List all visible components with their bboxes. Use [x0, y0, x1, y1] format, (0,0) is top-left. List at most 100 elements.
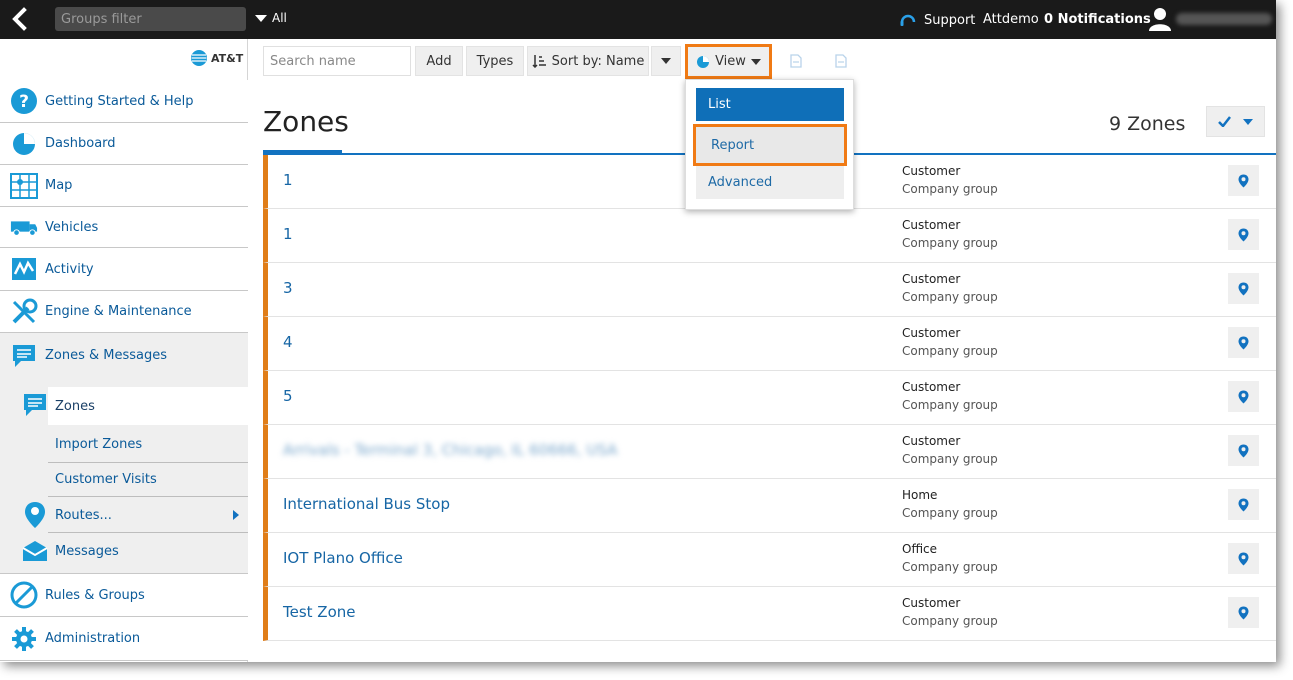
pie-chart-icon	[697, 55, 710, 68]
sidebar-item-label: Activity	[45, 261, 94, 277]
sidebar-item-rules-groups[interactable]: Rules & Groups	[0, 573, 248, 617]
map-pin-icon[interactable]	[1228, 327, 1259, 358]
zone-type: Customer	[902, 380, 961, 394]
list-item[interactable]: International Bus Stop Home Company grou…	[263, 479, 1276, 533]
notifications-link[interactable]: 0 Notifications	[1044, 12, 1151, 27]
zone-name[interactable]: Test Zone	[283, 603, 356, 621]
brand-logo: AT&T	[190, 49, 243, 67]
sidebar-item-label: Administration	[45, 631, 141, 646]
document-icon[interactable]	[823, 46, 859, 76]
list-item[interactable]: 3 Customer Company group	[263, 263, 1276, 317]
types-button[interactable]: Types	[466, 46, 524, 76]
zone-name[interactable]: 3	[283, 279, 293, 297]
sidebar-item-activity[interactable]: Activity	[0, 248, 248, 291]
zone-name[interactable]: International Bus Stop	[283, 495, 450, 513]
sort-by-button[interactable]: Sort by: Name	[527, 46, 649, 76]
list-item[interactable]: 5 Customer Company group	[263, 371, 1276, 425]
zone-type: Customer	[902, 218, 961, 232]
zones-icon	[22, 392, 48, 422]
submenu-item-label: Import Zones	[55, 436, 143, 452]
user-icon[interactable]	[1148, 7, 1172, 35]
help-icon: ?	[10, 87, 38, 115]
page-title: Zones	[263, 105, 349, 138]
sidebar-item-vehicles[interactable]: Vehicles	[0, 207, 248, 248]
sidebar-item-getting-started[interactable]: ? Getting Started & Help	[0, 80, 248, 123]
map-pin-icon[interactable]	[1228, 381, 1259, 412]
map-pin-icon[interactable]	[1228, 489, 1259, 520]
activity-icon	[10, 255, 38, 283]
list-item[interactable]: 1 Customer Company group	[263, 209, 1276, 263]
sidebar-item-label: Vehicles	[45, 219, 99, 235]
zone-group: Company group	[902, 344, 998, 358]
submenu-item-messages[interactable]: Messages	[0, 534, 248, 568]
submenu-item-label: Zones	[55, 398, 95, 414]
sidebar-item-label: Zones & Messages	[45, 348, 168, 363]
groups-filter-input[interactable]	[55, 7, 246, 31]
sidebar-item-label: Dashboard	[45, 136, 116, 151]
all-label: All	[272, 11, 287, 25]
zone-name[interactable]: IOT Plano Office	[283, 549, 403, 567]
list-item[interactable]: Test Zone Customer Company group	[263, 587, 1276, 641]
support-link[interactable]: Support	[898, 10, 975, 30]
zone-name[interactable]: 4	[283, 333, 293, 351]
menu-item-list[interactable]: List	[696, 88, 844, 121]
menu-item-advanced[interactable]: Advanced	[696, 166, 844, 199]
submenu-item-label: Messages	[55, 543, 119, 559]
sidebar-item-zones-messages[interactable]: Zones & Messages	[0, 333, 248, 378]
select-all-button[interactable]	[1206, 106, 1265, 137]
sidebar-item-dashboard[interactable]: Dashboard	[0, 123, 248, 165]
list-item[interactable]: IOT Plano Office Office Company group	[263, 533, 1276, 587]
checkmark-icon	[1218, 116, 1232, 127]
sidebar-item-label: Getting Started & Help	[45, 93, 194, 109]
zone-group: Company group	[902, 236, 998, 250]
zone-group: Company group	[902, 614, 998, 628]
zone-group: Company group	[902, 506, 998, 520]
sort-direction-dropdown[interactable]	[651, 46, 681, 76]
list-item[interactable]: 4 Customer Company group	[263, 317, 1276, 371]
view-button[interactable]: View	[685, 44, 772, 79]
chevron-down-icon	[255, 14, 267, 22]
zone-name[interactable]: Arrivals - Terminal 3, Chicago, IL 60666…	[283, 441, 617, 459]
sidebar-item-label: Rules & Groups	[45, 587, 145, 603]
zone-group: Company group	[902, 560, 998, 574]
map-pin-icon[interactable]	[1228, 597, 1259, 628]
sidebar-item-engine[interactable]: Engine & Maintenance	[0, 291, 248, 333]
map-pin-icon[interactable]	[1228, 435, 1259, 466]
account-name[interactable]: Attdemo	[983, 12, 1039, 27]
export-icon[interactable]	[778, 46, 814, 76]
sidebar-item-map[interactable]: Map	[0, 165, 248, 207]
sort-icon	[532, 55, 546, 68]
svg-text:?: ?	[19, 92, 29, 112]
add-button[interactable]: Add	[415, 46, 463, 76]
zone-name[interactable]: 5	[283, 387, 293, 405]
list-item[interactable]: Arrivals - Terminal 3, Chicago, IL 60666…	[263, 425, 1276, 479]
map-pin-icon[interactable]	[1228, 273, 1259, 304]
zone-count: 9 Zones	[1109, 113, 1186, 135]
zone-name[interactable]: 1	[283, 171, 293, 189]
chevron-down-icon	[661, 58, 671, 64]
zone-group: Company group	[902, 398, 998, 412]
map-pin-icon[interactable]	[1228, 165, 1259, 196]
zone-type: Customer	[902, 326, 961, 340]
all-groups-dropdown[interactable]: All	[255, 11, 287, 25]
back-icon[interactable]	[8, 7, 32, 31]
user-email-redacted[interactable]	[1176, 13, 1272, 25]
gear-icon	[10, 625, 38, 653]
submenu-item-zones[interactable]: Zones	[24, 387, 248, 425]
zone-group: Company group	[902, 452, 998, 466]
zone-group: Company group	[902, 182, 998, 196]
sidebar-item-administration[interactable]: Administration	[0, 617, 248, 661]
zones-list: 1 Customer Company group 1 Customer Comp…	[263, 155, 1276, 641]
wrench-icon	[10, 298, 38, 326]
message-icon	[10, 342, 38, 370]
pin-icon	[24, 501, 46, 533]
vehicles-icon	[10, 213, 38, 241]
search-name-input[interactable]	[263, 46, 411, 76]
divider	[48, 532, 248, 533]
map-pin-icon[interactable]	[1228, 219, 1259, 250]
menu-item-report[interactable]: Report	[693, 124, 847, 166]
submenu-item-routes[interactable]: Routes...	[0, 498, 248, 532]
zone-name[interactable]: 1	[283, 225, 293, 243]
map-pin-icon[interactable]	[1228, 543, 1259, 574]
support-label: Support	[924, 12, 976, 28]
